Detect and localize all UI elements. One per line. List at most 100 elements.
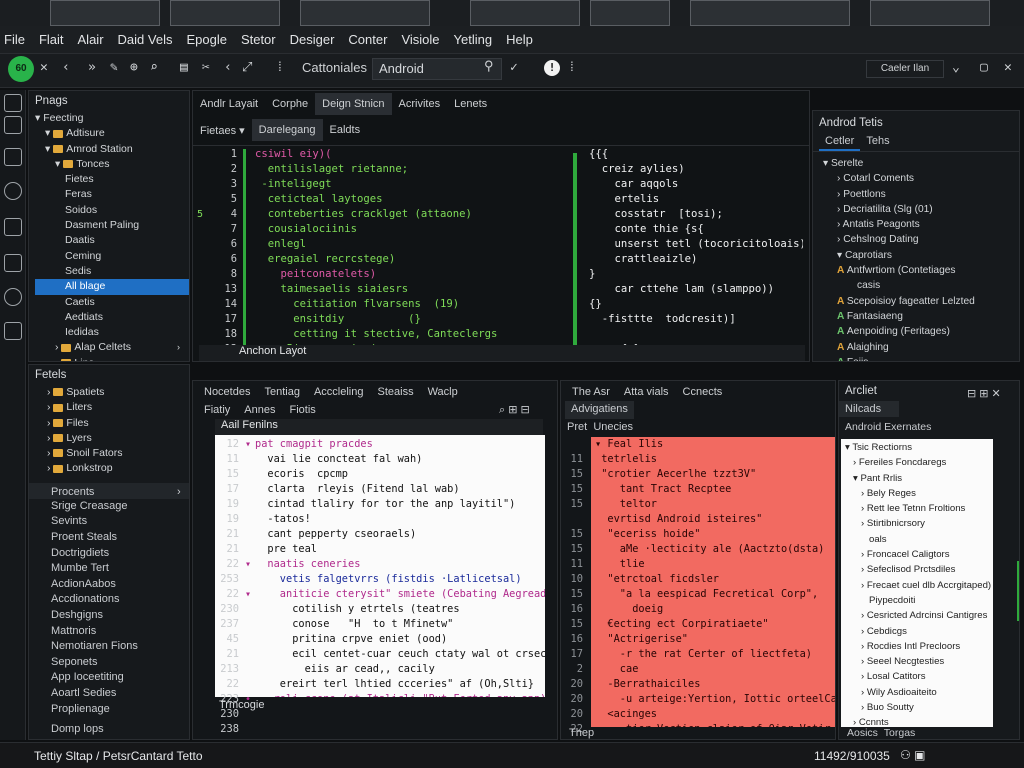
android-tool-item[interactable]: casis — [823, 278, 1019, 293]
tool-list-item[interactable]: Mumbe Tert — [29, 561, 189, 577]
editor-subtab[interactable]: Fietaes ▾ — [193, 124, 252, 137]
window-close-icon[interactable]: ✕ — [1004, 60, 1012, 75]
tool-list-item[interactable]: Proent Steals — [29, 530, 189, 546]
tool-list-item[interactable]: App Ioceetiting — [29, 670, 189, 686]
secondary-subtab[interactable]: Annes — [237, 404, 282, 416]
window-icon[interactable]: ▢ — [980, 60, 988, 75]
menu-item-6[interactable]: Desiger — [290, 32, 335, 47]
menu-item-9[interactable]: Yetling — [454, 32, 493, 47]
secondary-tab[interactable]: Steaiss — [371, 386, 421, 398]
android-tools-root[interactable]: ▾ Serelte — [823, 156, 1019, 171]
android-tool-item[interactable]: A Feiis — [823, 355, 1019, 361]
grip-icon[interactable]: ⁞ — [276, 60, 284, 75]
project-item[interactable]: › Lipo › — [35, 356, 189, 361]
search-icon[interactable]: ⌕ — [150, 60, 158, 75]
explorer-item[interactable]: Piypecdoiti — [845, 594, 993, 609]
editor-tab[interactable]: Lenets — [447, 98, 494, 110]
explorer-item[interactable]: › Wily Asdioaiteito — [845, 686, 993, 701]
android-tool-item[interactable]: A Antfwrtiom (Contetiages — [823, 263, 1019, 278]
forward-icon[interactable]: » — [88, 60, 96, 75]
explorer-item[interactable]: › Froncacel Caligtors — [845, 548, 993, 563]
editor-tab[interactable]: Andlr Layait — [193, 98, 265, 110]
secondary-subtab[interactable]: Fiotis — [282, 404, 322, 416]
editor-subtab[interactable]: Ealdts — [323, 124, 368, 136]
menu-item-8[interactable]: Visiole — [401, 32, 439, 47]
code-area-right[interactable]: {{{ creiz aylies) car aqqols ertelis cos… — [589, 147, 803, 347]
project-item[interactable]: Soidos — [35, 203, 189, 218]
chevron-right-icon[interactable]: › — [177, 340, 180, 355]
menu-item-10[interactable]: Help — [506, 32, 533, 47]
project-item[interactable]: Feras — [35, 187, 189, 202]
secondary-tab[interactable]: Nocetdes — [197, 386, 257, 398]
explorer-item[interactable]: oals — [845, 533, 993, 548]
user-icon[interactable]: ⚲ — [484, 59, 494, 74]
android-tool-item[interactable]: A Alaighing — [823, 340, 1019, 355]
explorer-item[interactable]: › Ccnnts — [845, 716, 993, 727]
project-item[interactable]: Caetis — [35, 295, 189, 310]
android-tool-item[interactable]: › Poettlons — [823, 187, 1019, 202]
tab-cetler[interactable]: Cetler — [819, 133, 861, 151]
explorer-item[interactable]: ▾ Tsic Rectiorns — [845, 441, 993, 456]
android-tool-item[interactable]: › Antatis Peagonts — [823, 217, 1019, 232]
red-code-area[interactable]: ▾ Feal Ilis tetrlelis "crotier Aecerlhe … — [595, 437, 835, 727]
right-lower-tab[interactable]: Nilcads — [839, 401, 899, 417]
menu-item-7[interactable]: Conter — [348, 32, 387, 47]
explorer-item[interactable]: › Buo Soutty — [845, 701, 993, 716]
android-tool-item[interactable]: A Aenpoiding (Feritages) — [823, 324, 1019, 339]
red-editor-tab[interactable]: The Asr — [565, 386, 617, 398]
project-item[interactable]: Dasment Paling — [35, 218, 189, 233]
footer-aosics[interactable]: Aosics — [847, 727, 878, 739]
android-tool-item[interactable]: A Fantasiaeng — [823, 309, 1019, 324]
project-item[interactable]: Aedtiats — [35, 310, 189, 325]
tool-list-item[interactable]: Deshgigns — [29, 608, 189, 624]
tool-item[interactable]: › Files — [39, 416, 189, 431]
database-icon[interactable] — [4, 218, 22, 236]
tool-icon[interactable] — [4, 322, 22, 340]
project-item[interactable]: Iedidas — [35, 325, 189, 340]
explorer-item[interactable]: › Rocdies Intl Precloors — [845, 640, 993, 655]
config-box[interactable]: Caeler Ilan — [866, 60, 944, 78]
menu-item-1[interactable]: Flait — [39, 32, 64, 47]
chevron-right-icon[interactable]: › — [177, 356, 180, 361]
back-icon[interactable]: ‹ — [62, 60, 70, 75]
secondary-tab[interactable]: Waclp — [421, 386, 465, 398]
panel-actions-icon[interactable]: ⌕ ⊞ ⊟ — [499, 403, 530, 417]
scrollbar-thumb[interactable] — [1017, 561, 1019, 621]
explorer-item[interactable]: ▾ Pant Rrlis — [845, 472, 993, 487]
menu-item-3[interactable]: Daid Vels — [118, 32, 173, 47]
tool-list-item[interactable]: Proplienage — [29, 702, 189, 718]
android-tool-item[interactable]: › Cotarl Coments — [823, 171, 1019, 186]
explorer-item[interactable]: › Rett lee Tetnn Froltions — [845, 502, 993, 517]
explorer-item[interactable]: › Cesricted Adrcinsi Cantigres — [845, 609, 993, 624]
white-code-area[interactable]: pat cmagpit pracdes vai lie concteat fal… — [255, 437, 545, 697]
zoom-in-icon[interactable]: ⊕ — [130, 60, 138, 75]
tab-tehs[interactable]: Tehs — [860, 133, 895, 151]
editor-breadcrumb[interactable]: Anchon Layot — [199, 345, 805, 361]
red-editor-tab[interactable]: Atta vials — [617, 386, 676, 398]
structure-icon[interactable] — [4, 116, 22, 134]
menu-item-0[interactable]: File — [4, 32, 25, 47]
status-icons[interactable]: ⚇ ▣ — [900, 748, 925, 762]
tool-item[interactable]: › Liters — [39, 400, 189, 415]
cut-icon[interactable]: ✂ — [202, 60, 210, 75]
project-item-selected[interactable]: All blage — [35, 279, 189, 295]
tool-list-item[interactable]: Procents › — [29, 482, 189, 499]
run-button[interactable]: 60 — [8, 56, 34, 82]
editor-tab[interactable]: Corphe — [265, 98, 315, 110]
explorer-item[interactable]: › Seeel Necgtesties — [845, 655, 993, 670]
explorer-item[interactable]: › Cebdicgs — [845, 625, 993, 640]
explorer-item[interactable]: › Frecaet cuel dlb Accrgitaped) — [845, 579, 993, 594]
tool-list-item[interactable]: Mattnoris — [29, 624, 189, 640]
secondary-tab[interactable]: Tentiag — [257, 386, 306, 398]
secondary-tab[interactable]: Acccleling — [307, 386, 371, 398]
android-tool-item[interactable]: ▾ Caprotiars — [823, 248, 1019, 263]
document-icon[interactable]: ▤ — [180, 60, 188, 75]
project-item[interactable]: ▾ Amrod Station — [35, 142, 189, 157]
android-tool-item[interactable]: › Decriatilita (Slg (01) — [823, 202, 1019, 217]
more-icon[interactable]: ⁞ — [568, 60, 576, 75]
settings-icon[interactable] — [4, 182, 22, 200]
explorer-item[interactable]: › Sefeclisod Prctsdiles — [845, 563, 993, 578]
project-item[interactable]: Daatis — [35, 233, 189, 248]
edit-icon[interactable]: ✎ — [110, 60, 118, 75]
tool-item[interactable]: › Lonkstrop — [39, 461, 189, 476]
